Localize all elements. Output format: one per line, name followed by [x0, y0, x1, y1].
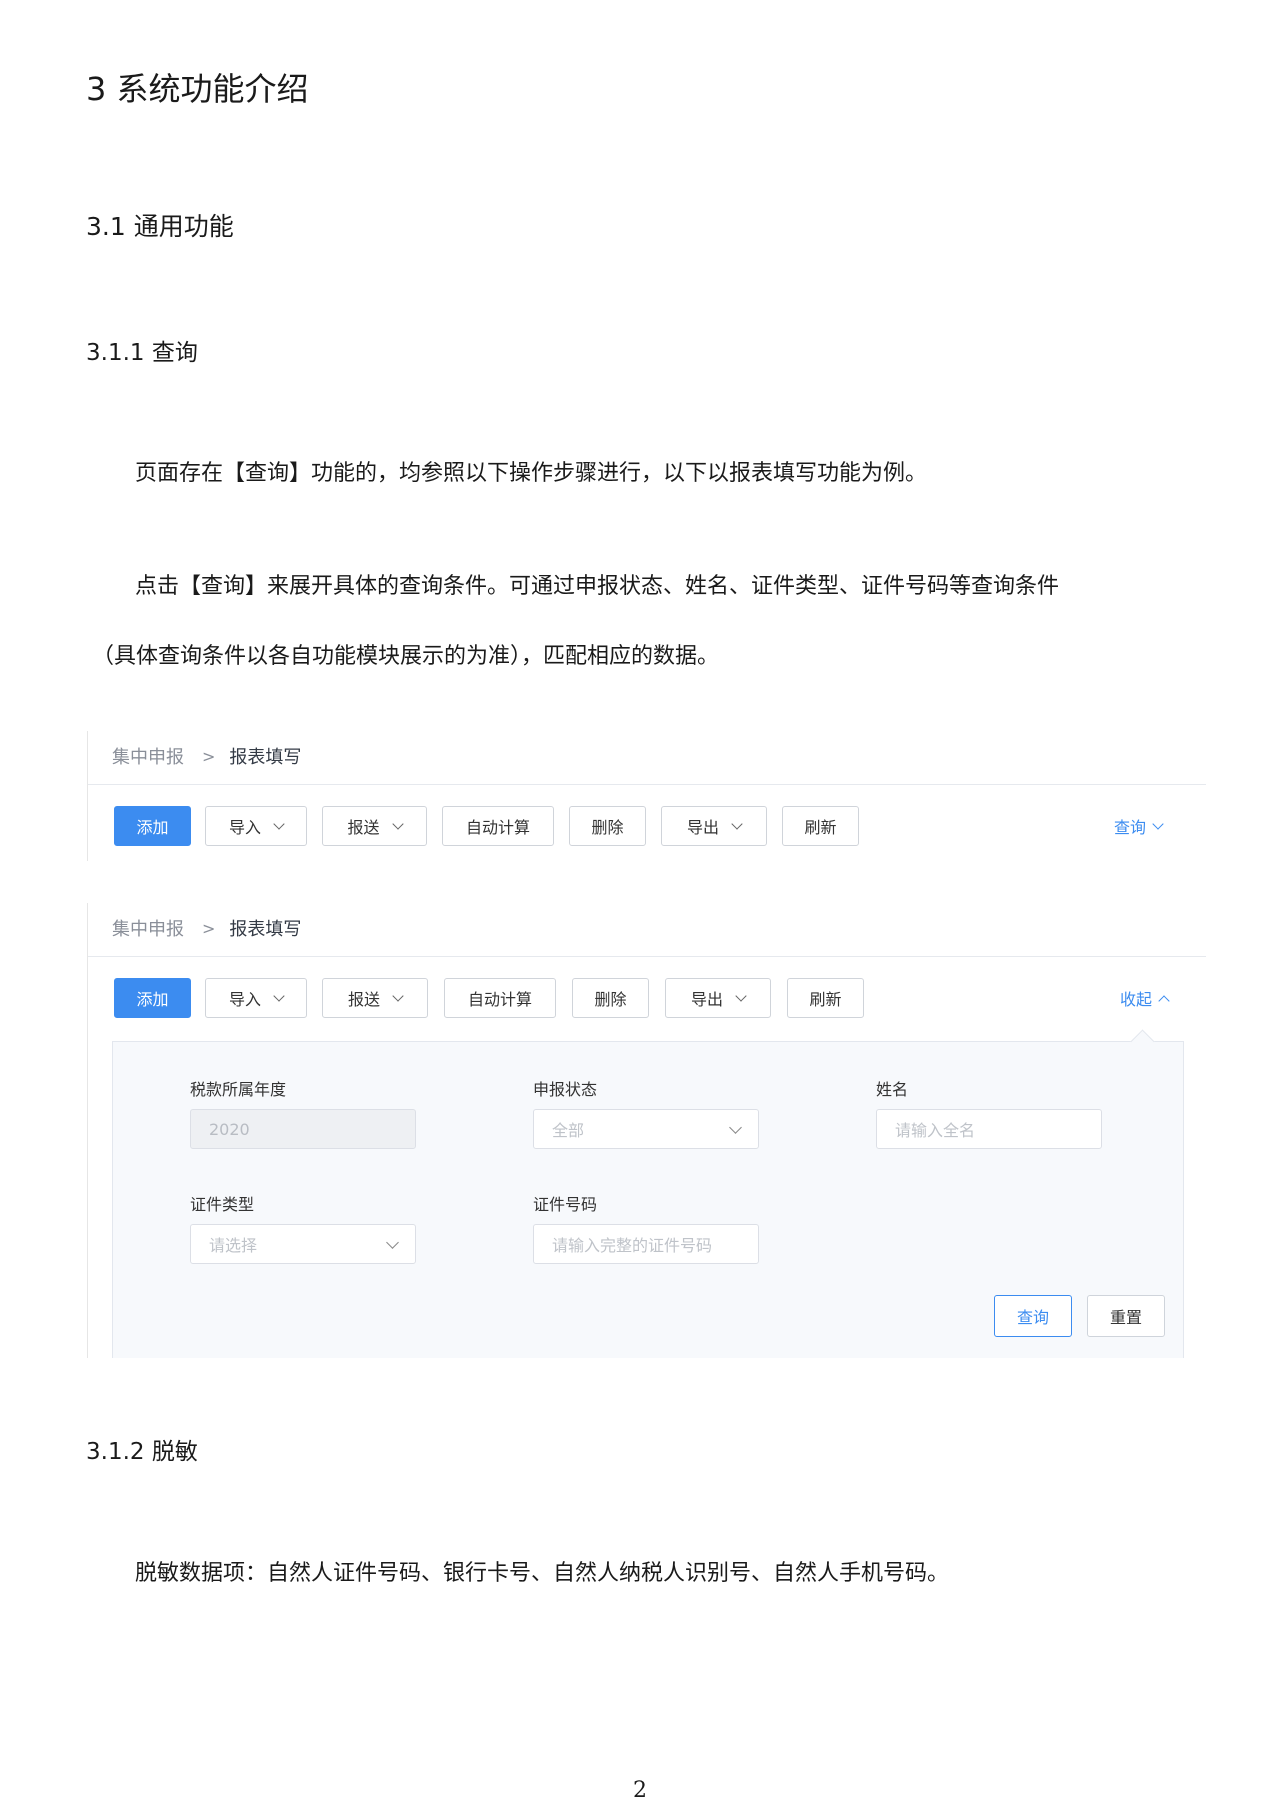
chevron-down-icon: [386, 1236, 399, 1249]
submit-button[interactable]: 报送: [322, 978, 428, 1018]
chevron-down-icon: [1152, 817, 1164, 830]
tax-year-field: 2020: [190, 1109, 416, 1149]
import-button[interactable]: 导入: [205, 978, 307, 1018]
toolbar: 添加 导入 报送 自动计算 删除 导出 刷新 查询: [114, 806, 1206, 848]
import-button[interactable]: 导入: [205, 806, 307, 846]
import-button-label: 导入: [228, 990, 261, 1009]
auto-calc-button[interactable]: 自动计算: [442, 806, 554, 846]
divider: [88, 956, 1206, 957]
subsection-title: 3.1 通用功能: [86, 212, 234, 241]
add-button-label: 添加: [136, 990, 169, 1009]
auto-calc-button-label: 自动计算: [467, 990, 532, 1009]
add-button[interactable]: 添加: [114, 978, 191, 1018]
query-button-label: 查询: [1016, 1308, 1049, 1327]
reset-button-label: 重置: [1109, 1308, 1142, 1327]
breadcrumb: 集中申报 > 报表填写: [112, 743, 301, 769]
chevron-down-icon: [392, 989, 404, 1002]
query-panel: 税款所属年度 2020 申报状态 全部 姓名 请输入全名 证件类型 请选择 证件…: [112, 1029, 1184, 1358]
toolbar: 添加 导入 报送 自动计算 删除 导出 刷新 收起: [114, 978, 1206, 1020]
add-button-label: 添加: [136, 818, 169, 837]
name-placeholder: 请输入全名: [895, 1121, 976, 1140]
masking-heading: 3.1.2 脱敏: [86, 1439, 198, 1465]
tax-year-value: 2020: [209, 1119, 250, 1139]
auto-calc-button[interactable]: 自动计算: [444, 978, 556, 1018]
delete-button[interactable]: 删除: [569, 806, 646, 846]
breadcrumb-separator-icon: >: [202, 918, 216, 938]
id-type-select[interactable]: 请选择: [190, 1224, 416, 1264]
reset-button[interactable]: 重置: [1087, 1295, 1165, 1337]
query-button[interactable]: 查询: [994, 1295, 1072, 1337]
paragraph-masking-items: 脱敏数据项：自然人证件号码、银行卡号、自然人纳税人识别号、自然人手机号码。: [135, 1561, 950, 1586]
breadcrumb-current: 报表填写: [229, 747, 302, 768]
export-button[interactable]: 导出: [665, 978, 771, 1018]
refresh-button-label: 刷新: [804, 818, 837, 837]
refresh-button[interactable]: 刷新: [787, 978, 864, 1018]
id-type-placeholder: 请选择: [209, 1236, 258, 1255]
section-title: 3 系统功能介绍: [86, 70, 309, 108]
auto-calc-button-label: 自动计算: [465, 818, 530, 837]
page-number: 2: [633, 1778, 647, 1803]
delete-button-label: 删除: [594, 990, 627, 1009]
breadcrumb-current: 报表填写: [229, 919, 302, 940]
chevron-down-icon: [735, 989, 747, 1002]
query-toggle-link[interactable]: 查询: [1114, 806, 1164, 846]
name-label: 姓名: [876, 1080, 909, 1099]
tax-year-label: 税款所属年度: [190, 1080, 287, 1099]
breadcrumb-parent[interactable]: 集中申报: [112, 915, 184, 941]
id-number-placeholder: 请输入完整的证件号码: [552, 1236, 713, 1255]
screenshot-collapsed: 集中申报 > 报表填写 添加 导入 报送 自动计算 删除 导出 刷新 查询: [87, 731, 1206, 861]
export-button-label: 导出: [686, 818, 719, 837]
name-input[interactable]: 请输入全名: [876, 1109, 1102, 1149]
chevron-down-icon: [273, 817, 285, 830]
breadcrumb-separator-icon: >: [202, 746, 216, 766]
chevron-down-icon: [729, 1121, 742, 1134]
paragraph-query-steps-cont: （具体查询条件以各自功能模块展示的为准），匹配相应的数据。: [92, 644, 720, 669]
chevron-down-icon: [273, 989, 285, 1002]
submit-button[interactable]: 报送: [322, 806, 427, 846]
export-button[interactable]: 导出: [661, 806, 767, 846]
import-button-label: 导入: [228, 818, 261, 837]
delete-button[interactable]: 删除: [572, 978, 649, 1018]
add-button[interactable]: 添加: [114, 806, 191, 846]
query-heading: 3.1.1 查询: [86, 340, 198, 366]
refresh-button-label: 刷新: [809, 990, 842, 1009]
screenshot-expanded: 集中申报 > 报表填写 添加 导入 报送 自动计算 删除 导出 刷新 收起 税款…: [87, 903, 1206, 1358]
submit-button-label: 报送: [347, 818, 380, 837]
id-number-label: 证件号码: [533, 1195, 598, 1214]
id-type-label: 证件类型: [190, 1195, 255, 1214]
paragraph-query-intro: 页面存在【查询】功能的，均参照以下操作步骤进行，以下以报表填写功能为例。: [135, 461, 928, 486]
collapse-toggle-label: 收起: [1120, 990, 1153, 1009]
status-value: 全部: [552, 1121, 585, 1140]
refresh-button[interactable]: 刷新: [782, 806, 859, 846]
paragraph-query-steps: 点击【查询】来展开具体的查询条件。可通过申报状态、姓名、证件类型、证件号码等查询…: [135, 574, 1060, 599]
submit-button-label: 报送: [347, 990, 380, 1009]
chevron-up-icon: [1158, 994, 1170, 1007]
delete-button-label: 删除: [591, 818, 624, 837]
status-label: 申报状态: [533, 1080, 598, 1099]
divider: [88, 784, 1206, 785]
status-select[interactable]: 全部: [533, 1109, 759, 1149]
breadcrumb-parent[interactable]: 集中申报: [112, 743, 184, 769]
panel-caret: [1130, 1029, 1155, 1054]
id-number-input[interactable]: 请输入完整的证件号码: [533, 1224, 759, 1264]
breadcrumb: 集中申报 > 报表填写: [112, 915, 301, 941]
chevron-down-icon: [731, 817, 743, 830]
query-toggle-label: 查询: [1114, 818, 1147, 837]
collapse-toggle-link[interactable]: 收起: [1120, 978, 1170, 1018]
chevron-down-icon: [391, 817, 404, 830]
export-button-label: 导出: [690, 990, 723, 1009]
